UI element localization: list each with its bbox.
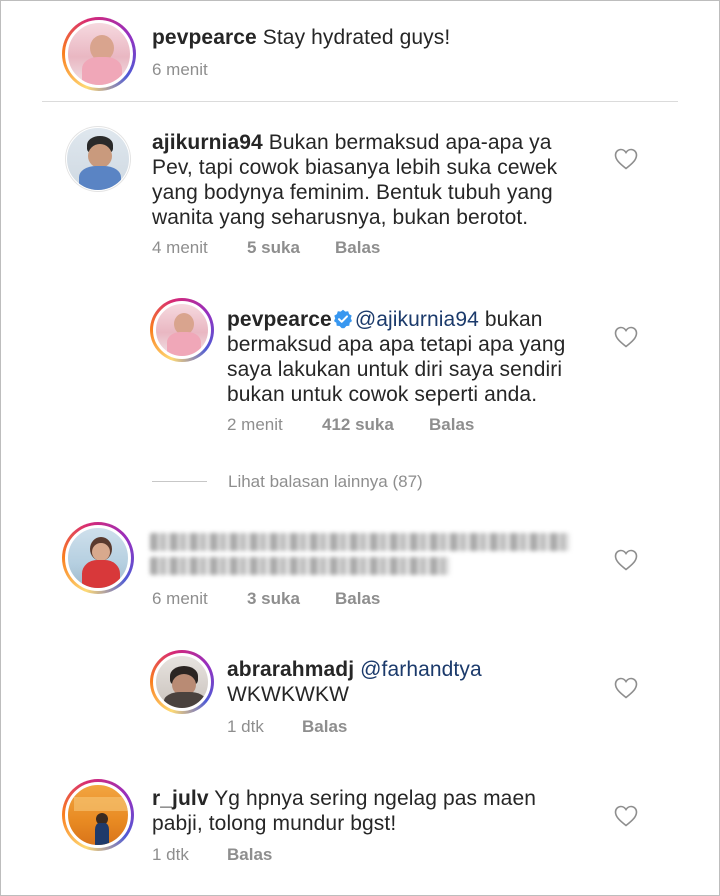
view-more-label[interactable]: Lihat balasan lainnya (87) <box>228 472 423 492</box>
comment-2-time: 6 menit <box>152 589 208 608</box>
caption-username[interactable]: pevpearce <box>152 26 257 49</box>
view-more-line <box>152 481 207 482</box>
comment-3-time: 1 dtk <box>152 845 189 864</box>
reply-1-text: pevpearce @ajikurnia94 bukan bermaksud a… <box>227 307 587 407</box>
reply-1-username[interactable]: pevpearce <box>227 308 332 331</box>
comment-1-line-3: yang bodynya feminim. Bentuk tubuh yang <box>152 181 553 204</box>
reply-1-time: 2 menit <box>227 415 283 434</box>
comment-3-reply-button[interactable]: Balas <box>227 845 272 865</box>
reply-1-likes[interactable]: 412 suka <box>322 415 394 435</box>
reply-1-line-1: bukan <box>484 308 543 331</box>
comment-1-line-2: Pev, tapi cowok biasanya lebih suka cewe… <box>152 156 558 179</box>
comment-3-line-1: Yg hpnya sering ngelag pas maen <box>214 787 537 810</box>
avatar-ajikurnia94[interactable] <box>65 126 131 192</box>
reply-2-line-1: WKWKWKW <box>227 683 350 706</box>
heart-outline-icon[interactable] <box>614 148 638 170</box>
heart-outline-icon[interactable] <box>614 549 638 571</box>
comment-1-time: 4 menit <box>152 238 208 257</box>
heart-outline-icon[interactable] <box>614 805 638 827</box>
avatar-pevpearce[interactable] <box>62 17 136 91</box>
caption-time: 6 menit <box>152 60 208 79</box>
heart-outline-icon[interactable] <box>614 326 638 348</box>
reply-1-mention[interactable]: @ajikurnia94 <box>355 308 479 331</box>
heart-outline-icon[interactable] <box>614 677 638 699</box>
caption-divider <box>42 101 678 102</box>
comment-1-reply-button[interactable]: Balas <box>335 238 380 258</box>
reply-1-line-3: saya lakukan untuk diri saya sendiri <box>227 358 563 381</box>
avatar-abrarahmadj[interactable] <box>150 650 214 714</box>
comment-1-likes[interactable]: 5 suka <box>247 238 300 258</box>
reply-1-reply-button[interactable]: Balas <box>429 415 474 435</box>
comment-2-likes[interactable]: 3 suka <box>247 589 300 609</box>
reply-1-line-4: bukan untuk cowok seperti anda. <box>227 383 538 406</box>
comment-3-username[interactable]: r_julv <box>152 787 209 810</box>
reply-2-mention[interactable]: @farhandtya <box>360 658 482 681</box>
avatar-blurred-user[interactable] <box>62 522 134 594</box>
caption-body: Stay hydrated guys! <box>262 26 451 49</box>
comment-1-line-1: Bukan bermaksud apa-apa ya <box>268 131 552 154</box>
comment-1-text: ajikurnia94 Bukan bermaksud apa-apa ya P… <box>152 130 592 230</box>
reply-2-time: 1 dtk <box>227 717 264 736</box>
reply-2-username[interactable]: abrarahmadj <box>227 658 354 681</box>
avatar-r-julv[interactable] <box>62 779 134 851</box>
reply-2-text: abrarahmadj @farhandtya WKWKWKW <box>227 657 587 707</box>
avatar-pevpearce-reply[interactable] <box>150 298 214 362</box>
comment-2-reply-button[interactable]: Balas <box>335 589 380 609</box>
caption-text: pevpearce Stay hydrated guys! <box>152 25 450 50</box>
comment-1-username[interactable]: ajikurnia94 <box>152 131 263 154</box>
verified-badge-icon <box>333 309 352 329</box>
comment-1-line-4: wanita yang seharusnya, bukan berotot. <box>152 206 529 229</box>
comment-3-line-2: pabji, tolong mundur bgst! <box>152 812 397 835</box>
comment-3-text: r_julv Yg hpnya sering ngelag pas maen p… <box>152 786 592 836</box>
reply-1-line-2: bermaksud apa apa tetapi apa yang <box>227 333 566 356</box>
reply-2-reply-button[interactable]: Balas <box>302 717 347 737</box>
